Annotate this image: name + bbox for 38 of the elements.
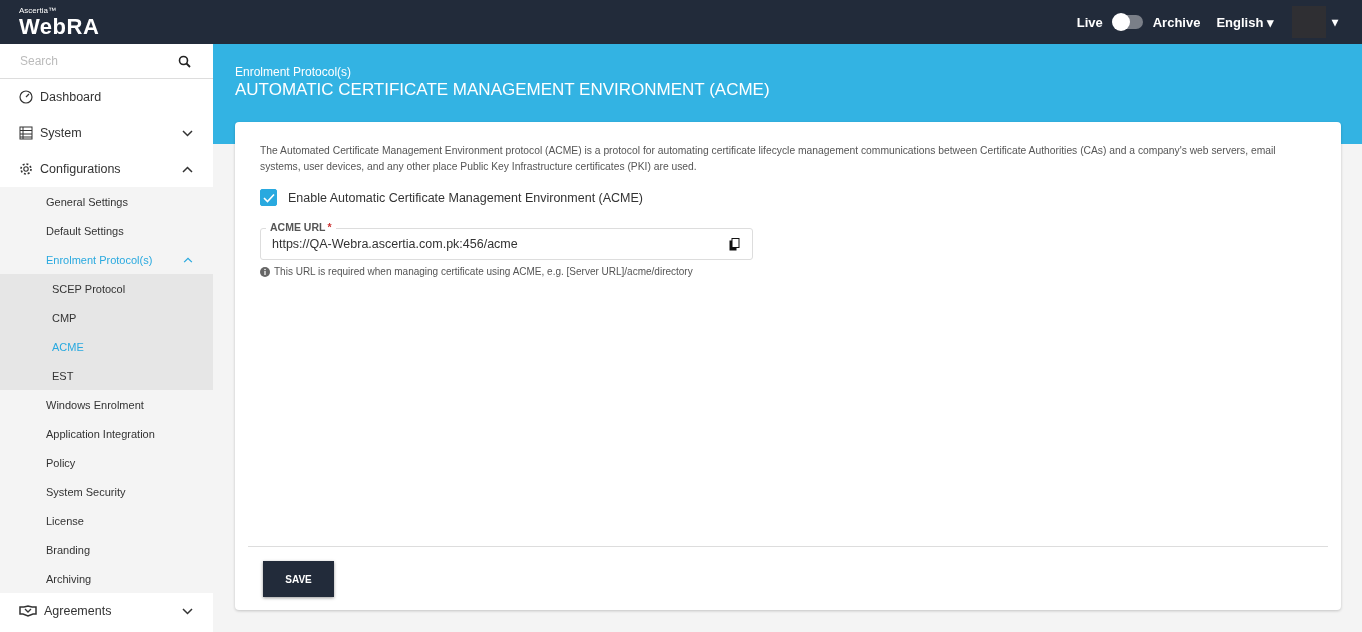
page-title: AUTOMATIC CERTIFICATE MANAGEMENT ENVIRONMENT (ACME) — [235, 80, 771, 100]
gauge-icon — [19, 90, 33, 104]
sidebar-subitem[interactable]: EST — [0, 361, 213, 390]
breadcrumb: Enrolment Protocol(s) — [235, 65, 353, 79]
copy-icon[interactable] — [729, 237, 740, 251]
sidebar-subitem[interactable]: Branding — [0, 535, 213, 564]
sidebar-subitem[interactable]: System Security — [0, 477, 213, 506]
checkbox-label: Enable Automatic Certificate Management Environment (ACME) — [288, 190, 644, 205]
server-icon — [19, 126, 33, 140]
gear-icon — [19, 162, 33, 176]
sidebar-item[interactable]: Configurations — [0, 151, 213, 187]
sidebar-item[interactable]: Agreements — [0, 593, 213, 629]
sidebar-subitem[interactable]: Application Integration — [0, 419, 213, 448]
brand-caption: Ascertia™ — [19, 6, 57, 15]
sidebar-item[interactable]: System — [0, 115, 213, 151]
sidebar-subitem[interactable]: Archiving — [0, 564, 213, 593]
sidebar-subitem[interactable]: Windows Enrolment — [0, 390, 213, 419]
save-button[interactable]: SAVE — [263, 561, 334, 597]
handshake-icon — [19, 605, 37, 617]
brand-logo: WebRA — [19, 15, 100, 38]
sidebar-subitem[interactable]: Default Settings — [0, 216, 213, 245]
sidebar-subitem[interactable]: License — [0, 506, 213, 535]
hint-text: This URL is required when managing certificate using ACME, e.g. [Server URL]/acme/directory — [274, 266, 693, 277]
live-label: Live — [1076, 14, 1103, 30]
sidebar-subitem[interactable]: SCEP Protocol — [0, 274, 213, 303]
live-archive-toggle[interactable] — [1112, 15, 1143, 29]
sidebar-subitem[interactable]: Policy — [0, 448, 213, 477]
enable-checkbox[interactable] — [260, 189, 277, 206]
sidebar-item[interactable]: Dashboard — [0, 79, 213, 115]
user-menu-caret[interactable]: ▾ — [1332, 15, 1338, 29]
sidebar-subitem[interactable]: CMP — [0, 303, 213, 332]
language-dropdown[interactable]: English ▾ — [1216, 14, 1274, 30]
sidebar-subitem[interactable]: General Settings — [0, 187, 213, 216]
field-label: ACME URL * — [266, 220, 336, 234]
search-icon — [178, 54, 191, 68]
archive-label: Archive — [1152, 14, 1201, 30]
description-text: The Automated Certificate Management Environment protocol (ACME) is a protocol for automating certificate lifecycle management communications between Certificate Authorities (CAs) and a company's web servers, email systems, user devices, and any other place Public Key Infrastructure certificates (PKI) are used. — [260, 144, 1277, 174]
info-icon — [260, 266, 270, 277]
